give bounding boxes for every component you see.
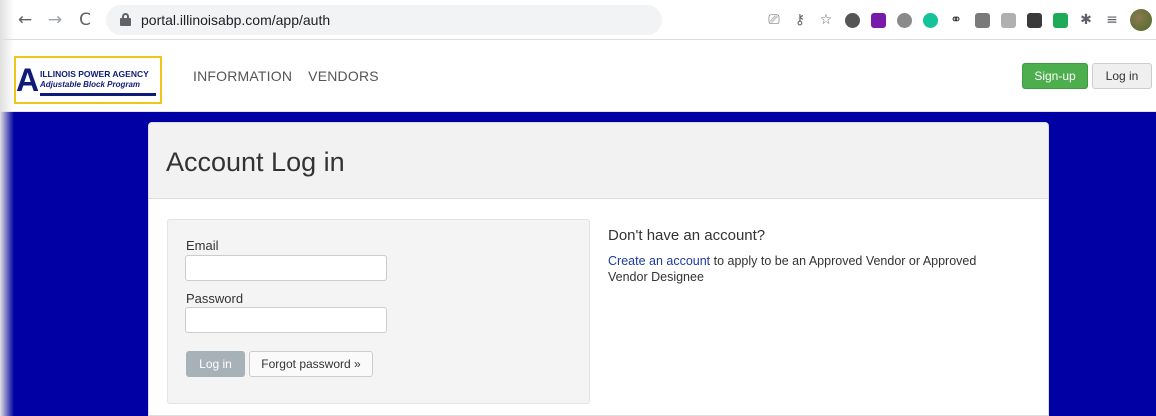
login-form: Email Password Log in Forgot password » <box>167 219 590 404</box>
logo-letter: A <box>16 62 40 98</box>
circle-ext-icon[interactable] <box>840 8 864 32</box>
no-account-heading: Don't have an account? <box>608 227 766 244</box>
puzzle-icon[interactable]: ✱ <box>1074 8 1098 32</box>
ublock-icon[interactable] <box>892 8 916 32</box>
address-bar[interactable]: portal.illinoisabp.com/app/auth <box>106 4 662 35</box>
green-ext-icon[interactable] <box>1048 8 1072 32</box>
star-icon[interactable]: ☆ <box>814 8 838 32</box>
password-field[interactable] <box>185 307 387 333</box>
media-icon[interactable]: ≡ <box>1100 8 1124 32</box>
logo-line-2: Adjustable Block Program <box>40 80 141 89</box>
dark-ext-icon[interactable] <box>1022 8 1046 32</box>
sign-up-button[interactable]: Sign-up <box>1022 63 1088 89</box>
back-arrow-icon[interactable]: ← <box>12 7 38 33</box>
browser-window: ← → C portal.illinoisabp.com/app/auth ⎚ ⚷… <box>0 0 1156 416</box>
url-text[interactable]: portal.illinoisabp.com/app/auth <box>141 12 330 28</box>
panel-header: Account Log in <box>149 123 1048 199</box>
nav-vendors[interactable]: VENDORS <box>308 68 379 84</box>
email-label: Email <box>186 238 219 253</box>
forgot-password-button[interactable]: Forgot password » <box>249 351 373 377</box>
page-title: Account Log in <box>166 147 345 177</box>
gray-ext-icon[interactable] <box>996 8 1020 32</box>
forward-arrow-icon[interactable]: → <box>42 7 68 33</box>
cast-icon[interactable]: ⎚ <box>762 8 786 32</box>
header-log-in-button[interactable]: Log in <box>1092 63 1152 89</box>
email-field[interactable] <box>185 255 387 281</box>
password-label: Password <box>186 291 244 306</box>
logo-line-1: ILLINOIS POWER AGENCY <box>40 69 149 79</box>
extension-bar: ⎚ ⚷ ☆ ⚭ ✱ ≡ <box>760 0 1156 40</box>
site-header: A ILLINOIS POWER AGENCY Adjustable Block… <box>0 40 1156 112</box>
main-nav: INFORMATION VENDORS <box>193 68 395 84</box>
browser-toolbar: ← → C portal.illinoisabp.com/app/auth ⎚ ⚷… <box>0 0 1156 40</box>
link-ext-icon[interactable]: ⚭ <box>944 8 968 32</box>
profile-avatar[interactable] <box>1130 9 1152 31</box>
reload-icon[interactable]: C <box>72 7 98 33</box>
screen-ext-icon[interactable] <box>970 8 994 32</box>
create-account-text: Create an account to apply to be an Appr… <box>608 253 1008 285</box>
logo-underline <box>40 93 156 96</box>
create-account-link[interactable]: Create an account <box>608 254 710 268</box>
log-in-button[interactable]: Log in <box>186 351 245 377</box>
key-icon[interactable]: ⚷ <box>788 8 812 32</box>
nav-information[interactable]: INFORMATION <box>193 68 292 84</box>
grammarly-icon[interactable] <box>918 8 942 32</box>
ipa-logo[interactable]: A ILLINOIS POWER AGENCY Adjustable Block… <box>14 56 162 104</box>
login-panel: Account Log in Email Password Log in For… <box>148 122 1049 416</box>
lock-icon[interactable] <box>120 13 131 26</box>
onenote-icon[interactable] <box>866 8 890 32</box>
